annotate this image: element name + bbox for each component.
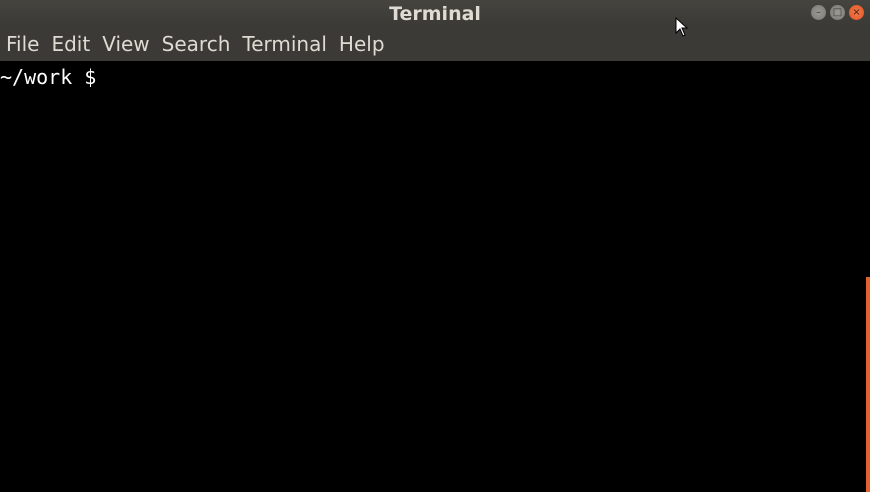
menu-item-edit[interactable]: Edit — [51, 28, 90, 61]
shell-prompt: ~/work $ — [0, 65, 109, 89]
maximize-icon[interactable]: □ — [830, 5, 845, 20]
scrollbar[interactable] — [866, 277, 870, 492]
terminal-window: Terminal – □ × File Edit View Search Ter… — [0, 0, 870, 492]
title-bar[interactable]: Terminal – □ × — [0, 0, 870, 28]
terminal-area[interactable]: ~/work $ — [0, 61, 870, 492]
close-icon[interactable]: × — [849, 5, 864, 20]
menu-item-search[interactable]: Search — [162, 28, 231, 61]
window-controls: – □ × — [811, 5, 864, 20]
menu-item-terminal[interactable]: Terminal — [242, 28, 327, 61]
menu-bar: File Edit View Search Terminal Help — [0, 28, 870, 61]
window-title: Terminal — [389, 3, 481, 25]
mouse-pointer-icon — [675, 17, 689, 37]
minimize-icon[interactable]: – — [811, 5, 826, 20]
menu-item-help[interactable]: Help — [339, 28, 385, 61]
menu-item-file[interactable]: File — [6, 28, 39, 61]
menu-item-view[interactable]: View — [102, 28, 149, 61]
